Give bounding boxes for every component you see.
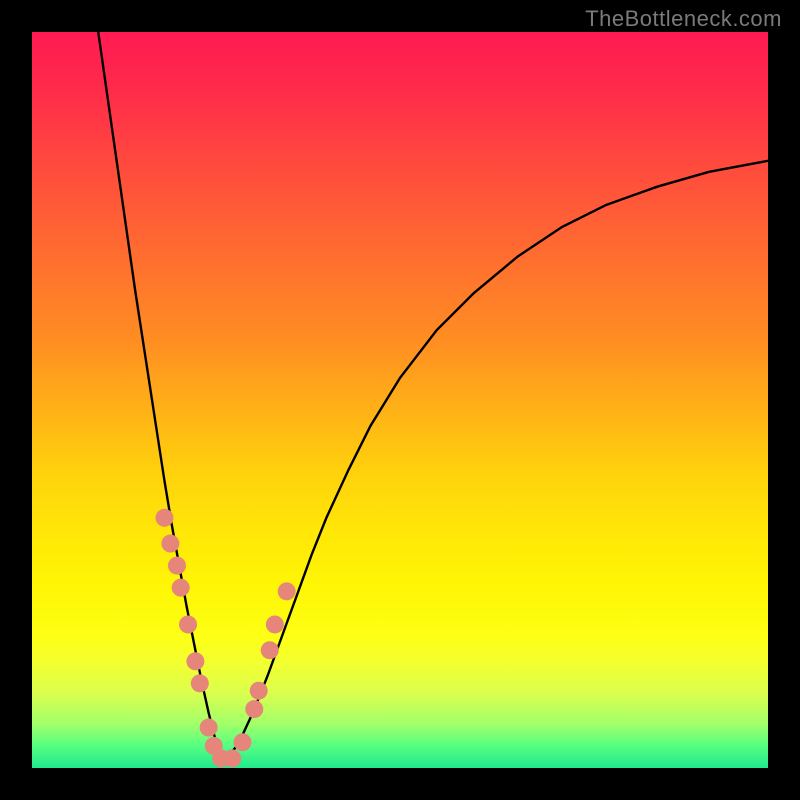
- data-marker: [155, 509, 173, 527]
- watermark-text: TheBottleneck.com: [585, 6, 782, 32]
- data-marker: [191, 674, 209, 692]
- bottleneck-curve-right: [223, 161, 768, 762]
- data-marker: [172, 579, 190, 597]
- data-marker: [245, 700, 263, 718]
- data-marker: [200, 719, 218, 737]
- data-marker: [250, 682, 268, 700]
- data-marker: [266, 615, 284, 633]
- data-marker: [234, 733, 252, 751]
- data-marker: [278, 582, 296, 600]
- data-marker: [223, 749, 241, 767]
- data-marker: [161, 535, 179, 553]
- chart-frame: TheBottleneck.com: [0, 0, 800, 800]
- bottleneck-curve-left: [98, 32, 223, 762]
- data-markers: [155, 509, 295, 768]
- data-marker: [179, 615, 197, 633]
- data-marker: [168, 557, 186, 575]
- data-marker: [186, 652, 204, 670]
- plot-area: [32, 32, 768, 768]
- curve-overlay: [32, 32, 768, 768]
- data-marker: [261, 641, 279, 659]
